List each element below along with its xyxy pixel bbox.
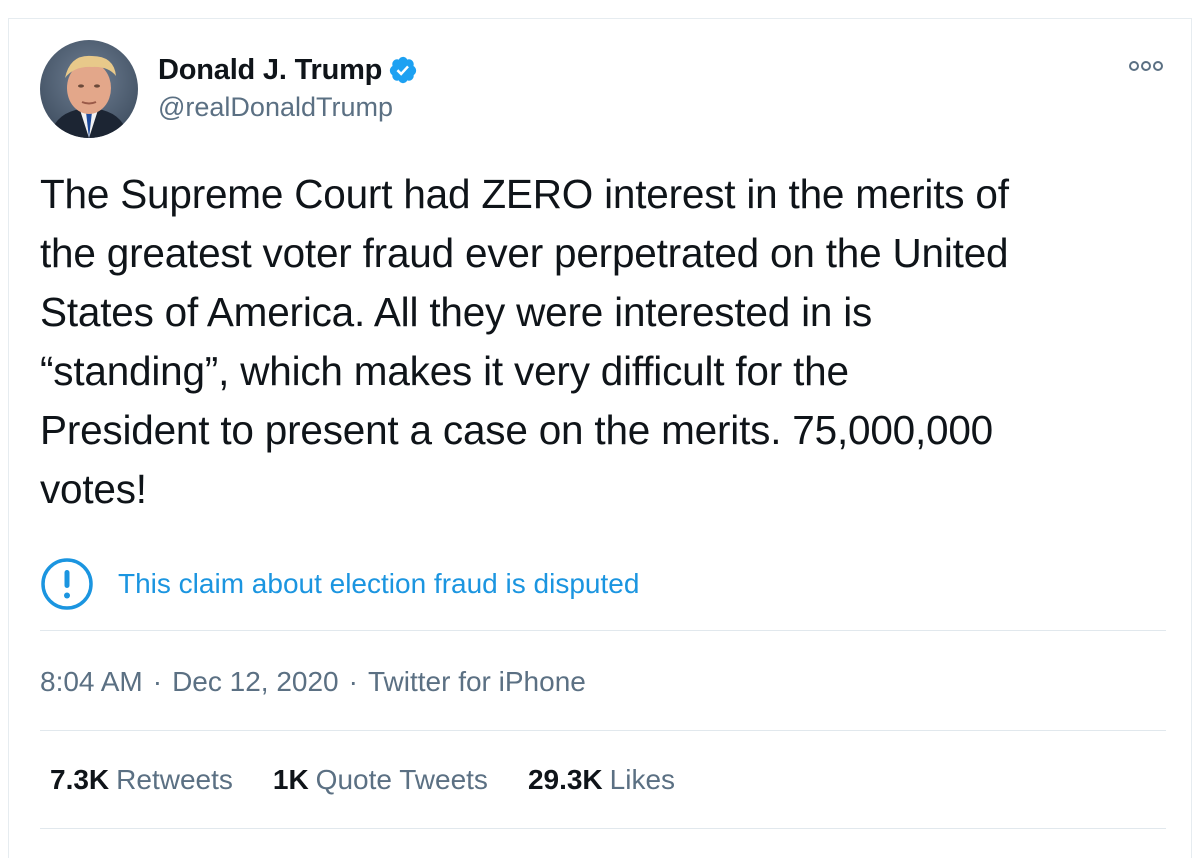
author-display-name[interactable]: Donald J. Trump: [158, 54, 382, 87]
divider: [40, 630, 1166, 631]
author-name-row[interactable]: Donald J. Trump: [158, 52, 418, 88]
quote-tweets-label: Quote Tweets: [315, 764, 488, 795]
disputed-claim-label[interactable]: This claim about election fraud is dispu…: [118, 568, 639, 600]
tweet-text: The Supreme Court had ZERO interest in t…: [40, 165, 1170, 519]
more-options-icon[interactable]: [1128, 58, 1164, 74]
tweet-time[interactable]: 8:04 AM: [40, 666, 143, 698]
meta-separator: ·: [348, 666, 358, 697]
divider: [40, 828, 1166, 829]
divider: [40, 730, 1166, 731]
likes-label: Likes: [609, 764, 676, 795]
likes-count: 29.3K: [527, 764, 603, 795]
tweet-date[interactable]: Dec 12, 2020: [172, 666, 339, 698]
avatar[interactable]: [40, 40, 138, 138]
quote-tweets-stat[interactable]: 1K Quote Tweets: [273, 764, 488, 796]
tweet-text-line: votes!: [40, 466, 147, 512]
quote-tweets-count: 1K: [272, 764, 309, 795]
meta-separator: ·: [152, 666, 163, 697]
retweets-stat[interactable]: 7.3K Retweets: [50, 764, 233, 796]
tweet-text-line: “standing”, which makes it very difficul…: [40, 348, 849, 394]
retweets-label: Retweets: [116, 764, 233, 795]
tweet-meta: 8:04 AM · Dec 12, 2020 · Twitter for iPh…: [40, 664, 586, 700]
tweet-text-line: States of America. All they were interes…: [40, 289, 873, 335]
exclamation-circle-icon: [40, 557, 94, 611]
tweet-text-line: The Supreme Court had ZERO interest in t…: [40, 171, 1009, 217]
tweet-text-line: President to present a case on the merit…: [40, 407, 993, 453]
author-handle[interactable]: @realDonaldTrump: [158, 92, 393, 123]
profile-photo-icon: [40, 40, 138, 138]
tweet-text-line: the greatest voter fraud ever perpetrate…: [40, 230, 1009, 276]
retweets-count: 7.3K: [50, 764, 110, 795]
tweet-source[interactable]: Twitter for iPhone: [368, 666, 586, 698]
verified-badge-icon: [388, 55, 418, 85]
tweet-stats: 7.3K Retweets 1K Quote Tweets 29.3K Like…: [50, 762, 715, 798]
likes-stat[interactable]: 29.3K Likes: [528, 764, 675, 796]
disputed-claim-notice[interactable]: This claim about election fraud is dispu…: [40, 557, 639, 611]
